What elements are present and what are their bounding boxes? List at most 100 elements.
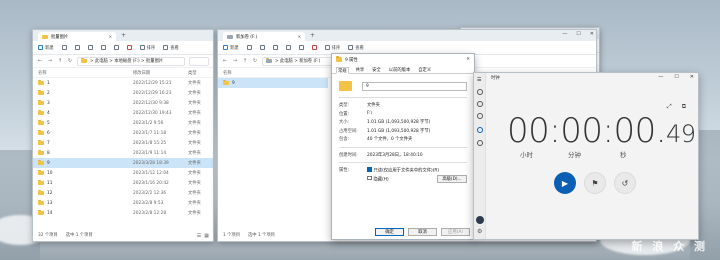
forward-icon[interactable]: →	[47, 58, 53, 64]
world-clock-icon[interactable]	[477, 140, 483, 146]
table-row[interactable]: 4 2022/12/30 19:43 文件夹	[33, 108, 213, 118]
rename-button[interactable]	[100, 45, 106, 50]
tab-batch-images[interactable]: 批量图片 ✕	[38, 32, 116, 41]
delete-button[interactable]	[126, 45, 132, 50]
refresh-icon[interactable]: ↻	[252, 58, 258, 64]
close-tab-icon[interactable]: ✕	[298, 34, 301, 39]
folder-name-input[interactable]: 9	[362, 81, 467, 91]
list-item[interactable]: 9	[218, 78, 328, 88]
folder-icon	[223, 79, 229, 86]
address-bar[interactable]: > 此电脑 > 本地磁盘 (F:) > 批量图片	[77, 56, 185, 66]
table-row[interactable]: 11 2023/1/16 20:42 文件夹	[33, 178, 213, 188]
menu-icon[interactable]: ☰	[477, 77, 481, 83]
forward-icon[interactable]: →	[232, 58, 238, 64]
focus-icon[interactable]	[477, 89, 483, 95]
ok-button[interactable]: 确定	[375, 228, 404, 236]
row-type: 文件夹	[188, 161, 201, 166]
start-button[interactable]: ▶	[554, 172, 576, 194]
row-name: 4	[47, 110, 50, 116]
table-row[interactable]: 14 2023/2/8 12:28 文件夹	[33, 208, 213, 218]
col-name[interactable]: 名称	[38, 70, 133, 76]
cancel-button[interactable]: 取消	[408, 228, 437, 236]
refresh-icon[interactable]: ↻	[67, 58, 73, 64]
new-tab-icon[interactable]: +	[121, 32, 126, 39]
lap-button[interactable]: ⚑	[584, 172, 606, 194]
close-icon[interactable]: ✕	[690, 74, 694, 80]
up-icon[interactable]: ↑	[242, 58, 248, 64]
maximize-icon[interactable]: ☐	[674, 74, 678, 80]
tab-customize[interactable]: 自定义	[417, 67, 432, 73]
row-name: 5	[47, 120, 50, 126]
rename-button[interactable]	[285, 45, 291, 50]
close-icon[interactable]: ✕	[466, 57, 470, 62]
paste-button[interactable]	[87, 45, 93, 50]
stopwatch-icon[interactable]	[477, 127, 483, 133]
status-bar: 1 个项目 选中 1 个项目	[223, 232, 275, 238]
gear-icon[interactable]: ⚙	[477, 228, 482, 235]
new-button[interactable]: 新建	[223, 45, 239, 51]
apply-button[interactable]: 应用(A)	[441, 228, 470, 236]
table-row[interactable]: 7 2023/1/8 15:25 文件夹	[33, 138, 213, 148]
delete-button[interactable]	[311, 45, 317, 50]
pin-icon[interactable]: ⧉	[682, 103, 686, 111]
tab-security[interactable]: 安全	[371, 67, 382, 73]
hidden-checkbox[interactable]: 隐藏(H)	[367, 175, 389, 182]
table-row[interactable]: 8 2023/1/9 11:14 文件夹	[33, 148, 213, 158]
minimize-icon[interactable]: —	[658, 74, 663, 80]
cut-button[interactable]	[246, 45, 252, 50]
table-row[interactable]: 13 2023/2/8 9:53 文件夹	[33, 198, 213, 208]
back-icon[interactable]: ←	[37, 58, 43, 64]
share-button[interactable]	[298, 45, 304, 50]
table-row[interactable]: 12 2023/2/2 12:36 文件夹	[33, 188, 213, 198]
paste-button[interactable]	[272, 45, 278, 50]
maximize-icon[interactable]: ☐	[576, 31, 580, 37]
table-row[interactable]: 2 2022/12/29 16:23 文件夹	[33, 88, 213, 98]
share-button[interactable]	[113, 45, 119, 50]
tiles-view-icon[interactable]: ▦	[204, 233, 209, 239]
new-tab-icon[interactable]: +	[310, 32, 315, 39]
minimize-icon[interactable]: —	[562, 31, 567, 37]
property-value: F:\	[367, 111, 373, 117]
cut-button[interactable]	[61, 45, 67, 50]
view-button[interactable]: 查看	[348, 45, 364, 51]
tab-general[interactable]: 常规	[336, 67, 349, 74]
copy-button[interactable]	[74, 45, 80, 50]
tab-sharing[interactable]: 共享	[355, 67, 366, 73]
table-row[interactable]: 5 2023/1/2 9:56 文件夹	[33, 118, 213, 128]
new-button[interactable]: 新建	[38, 45, 54, 51]
delete-icon	[311, 45, 317, 50]
timer-icon[interactable]	[477, 101, 483, 107]
table-row[interactable]: 3 2022/12/30 9:38 文件夹	[33, 98, 213, 108]
alarm-icon[interactable]	[477, 113, 483, 119]
close-icon[interactable]: ✕	[590, 31, 594, 37]
attr-row-2: 隐藏(H) 高级(D)...	[339, 174, 467, 184]
up-icon[interactable]: ↑	[57, 58, 63, 64]
col-date[interactable]: 修改日期	[133, 70, 188, 76]
table-row[interactable]: 10 2023/1/12 12:04 文件夹	[33, 168, 213, 178]
col-type[interactable]: 类型	[188, 70, 197, 76]
tab-new-volume[interactable]: 新加卷 (F:) ✕	[223, 32, 305, 41]
copy-button[interactable]	[259, 45, 265, 50]
divider	[339, 162, 467, 163]
close-tab-icon[interactable]: ✕	[109, 34, 112, 39]
avatar[interactable]	[476, 216, 484, 224]
col-name[interactable]: 名称	[223, 70, 232, 76]
sort-button[interactable]: 排序	[139, 45, 155, 51]
reset-button[interactable]: ↺	[614, 172, 636, 194]
table-row[interactable]: 9 2023/3/28 18:39 文件夹	[33, 158, 213, 168]
advanced-button[interactable]: 高级(D)...	[437, 174, 467, 183]
folder-icon	[42, 34, 48, 39]
row-date: 2023/1/7 11:18	[133, 130, 167, 136]
table-row[interactable]: 1 2022/12/29 15:21 文件夹	[33, 78, 213, 88]
property-value: 1.01 GB (1,093,500,928 字节)	[367, 120, 431, 126]
readonly-checkbox[interactable]: 只读(仅应用于文件夹中的文件)(R)	[367, 167, 439, 174]
back-icon[interactable]: ←	[222, 58, 228, 64]
address-path: > 此电脑 > 新加卷 (F:)	[275, 59, 321, 64]
tab-previous-versions[interactable]: 以前的版本	[388, 67, 411, 73]
details-view-icon[interactable]: ☰	[197, 233, 201, 239]
expand-icon[interactable]: ⤢	[667, 103, 672, 111]
table-row[interactable]: 6 2023/1/7 11:18 文件夹	[33, 128, 213, 138]
sort-button[interactable]: 排序	[324, 45, 340, 51]
search-box[interactable]	[189, 56, 209, 66]
view-button[interactable]: 查看	[163, 45, 179, 51]
